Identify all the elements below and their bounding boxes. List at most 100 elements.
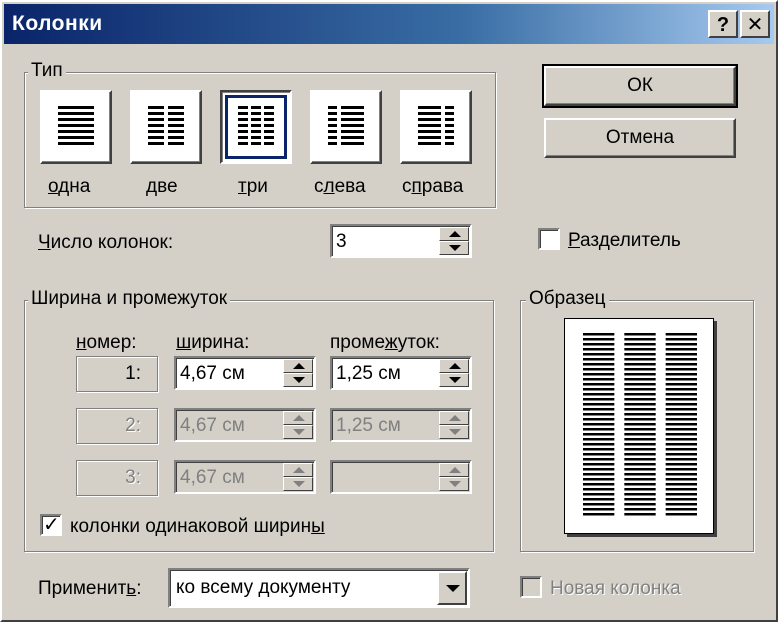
- width-spinner-1[interactable]: [283, 359, 313, 387]
- preview-text-line: [583, 398, 615, 401]
- width-spacing-group-label: Ширина и промежуток: [28, 288, 231, 310]
- preview-text-line: [665, 493, 697, 496]
- spacing-spinner-3: [439, 463, 469, 491]
- preset-three-button[interactable]: [220, 90, 292, 164]
- preview-text-line: [583, 443, 615, 446]
- spacing-value-2: 1,25 см: [336, 415, 401, 436]
- preview-text-line: [583, 428, 615, 431]
- preview-text-line: [624, 438, 656, 441]
- preview-text-line: [583, 373, 615, 376]
- arrow-up-icon: [293, 363, 305, 369]
- checkmark-icon: ✓: [43, 514, 60, 536]
- arrow-down-icon: [293, 481, 305, 487]
- spin-down-button[interactable]: [439, 241, 469, 255]
- arrow-up-icon: [449, 415, 461, 421]
- preview-text-line: [624, 418, 656, 421]
- arrow-up-icon: [293, 467, 305, 473]
- spacing-value-1: 1,25 см: [336, 363, 401, 384]
- preview-text-line: [583, 393, 615, 396]
- spin-down-button[interactable]: [283, 373, 313, 387]
- preset-three-label[interactable]: три: [238, 176, 268, 198]
- preview-text-line: [665, 428, 697, 431]
- arrow-up-icon: [293, 415, 305, 421]
- preset-right-label[interactable]: справа: [402, 176, 463, 198]
- width-field-1[interactable]: 4,67 см: [174, 356, 316, 390]
- preview-text-line: [583, 363, 615, 366]
- preview-text-line: [583, 513, 615, 516]
- equal-width-checkbox[interactable]: ✓: [40, 514, 62, 536]
- columns-dialog: Колонки ? ✕ Тип одна две три слева справ…: [0, 0, 778, 622]
- width-value-1: 4,67 см: [180, 363, 245, 384]
- preview-text-line: [624, 338, 656, 341]
- preset-one-label[interactable]: одна: [48, 176, 90, 198]
- help-button[interactable]: ?: [708, 10, 738, 38]
- preview-text-line: [665, 503, 697, 506]
- window-title: Колонки: [12, 12, 103, 35]
- spacing-spinner-2: [439, 411, 469, 439]
- spin-down-button[interactable]: [439, 373, 469, 387]
- title-bar: Колонки ? ✕: [4, 4, 774, 44]
- width-field-3: 4,67 см: [174, 460, 316, 494]
- apply-to-select[interactable]: ко всему документу: [168, 568, 470, 608]
- type-group-label: Тип: [28, 60, 66, 82]
- preset-right-button[interactable]: [400, 90, 472, 164]
- preview-text-line: [583, 358, 615, 361]
- spin-up-button[interactable]: [439, 227, 469, 241]
- preview-text-line: [583, 493, 615, 496]
- preview-text-line: [583, 413, 615, 416]
- preset-one-button[interactable]: [40, 90, 112, 164]
- left-column-icon: [328, 106, 364, 145]
- num-columns-label: Число колонок:: [38, 232, 174, 253]
- preset-two-label[interactable]: две: [146, 176, 178, 198]
- preview-text-line: [624, 453, 656, 456]
- num-columns-field[interactable]: 3: [330, 224, 472, 258]
- cancel-button[interactable]: Отмена: [544, 118, 736, 158]
- preview-text-line: [665, 448, 697, 451]
- number-column-header: номер:: [76, 332, 137, 353]
- preview-text-line: [583, 338, 615, 341]
- spacing-field-1[interactable]: 1,25 см: [330, 356, 472, 390]
- preview-text-line: [665, 423, 697, 426]
- num-columns-spinner[interactable]: [439, 227, 469, 255]
- preset-left-label[interactable]: слева: [314, 176, 366, 198]
- preview-columns-graphic: [583, 333, 697, 516]
- spin-up-button[interactable]: [283, 359, 313, 373]
- dropdown-button[interactable]: [437, 571, 467, 605]
- preview-text-line: [665, 378, 697, 381]
- preview-text-line: [665, 333, 697, 336]
- separator-checkbox[interactable]: [538, 228, 560, 250]
- preview-text-line: [583, 503, 615, 506]
- preview-text-line: [583, 473, 615, 476]
- preset-left-button[interactable]: [310, 90, 382, 164]
- preset-two-button[interactable]: [130, 90, 202, 164]
- preview-text-line: [665, 498, 697, 501]
- spacing-spinner-1[interactable]: [439, 359, 469, 387]
- preview-text-line: [583, 388, 615, 391]
- separator-label[interactable]: Разделитель: [568, 230, 681, 252]
- arrow-down-icon: [449, 429, 461, 435]
- preview-text-line: [665, 368, 697, 371]
- width-value-3: 4,67 см: [180, 467, 245, 488]
- ok-button[interactable]: ОК: [542, 64, 738, 108]
- equal-width-label[interactable]: колонки одинаковой ширины: [70, 516, 325, 538]
- close-button[interactable]: ✕: [740, 10, 770, 38]
- preview-text-line: [624, 373, 656, 376]
- preview-text-line: [583, 508, 615, 511]
- arrow-down-icon: [293, 377, 305, 383]
- preview-text-line: [583, 478, 615, 481]
- preview-text-line: [665, 408, 697, 411]
- preview-text-line: [624, 428, 656, 431]
- preview-text-line: [624, 488, 656, 491]
- width-spinner-3: [283, 463, 313, 491]
- preview-text-line: [665, 338, 697, 341]
- width-column-header: ширина:: [176, 332, 250, 353]
- preview-text-line: [624, 448, 656, 451]
- preview-text-line: [583, 353, 615, 356]
- preview-text-line: [665, 343, 697, 346]
- spin-up-button[interactable]: [439, 359, 469, 373]
- preview-text-line: [665, 403, 697, 406]
- preview-text-line: [665, 488, 697, 491]
- arrow-down-icon: [449, 245, 461, 251]
- num-columns-value: 3: [336, 231, 347, 252]
- preview-text-line: [624, 478, 656, 481]
